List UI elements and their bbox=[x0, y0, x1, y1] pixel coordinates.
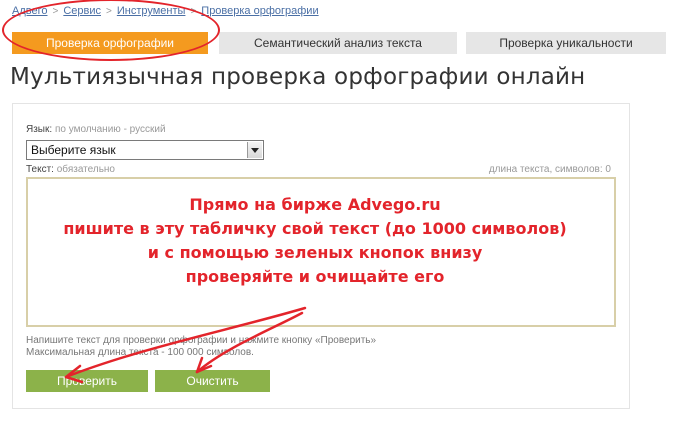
breadcrumb-current[interactable]: Проверка орфографии bbox=[201, 5, 318, 17]
text-label: Текст: обязательно bbox=[26, 164, 115, 175]
max-length-note: Максимальная длина текста - 100 000 симв… bbox=[26, 347, 254, 358]
chevron-down-icon[interactable] bbox=[247, 142, 262, 158]
language-select[interactable]: Выберите язык bbox=[26, 140, 264, 160]
tab-uniqueness-check[interactable]: Проверка уникальности bbox=[466, 32, 666, 54]
text-length-counter: длина текста, символов: 0 bbox=[488, 164, 611, 175]
annotation-line: проверяйте и очищайте его bbox=[185, 267, 445, 286]
clear-button[interactable]: Очистить bbox=[155, 370, 270, 392]
annotation-line: и с помощью зеленых кнопок внизу bbox=[147, 243, 483, 262]
check-button[interactable]: Проверить bbox=[26, 370, 148, 392]
breadcrumb-separator: > bbox=[52, 6, 59, 17]
tab-spell-check[interactable]: Проверка орфографии bbox=[12, 32, 208, 54]
annotation-text: Прямо на бирже Advego.ru пишите в эту та… bbox=[40, 193, 590, 289]
page-title: Мультиязычная проверка орфографии онлайн bbox=[10, 64, 586, 90]
annotation-line: Прямо на бирже Advego.ru bbox=[189, 195, 441, 214]
instructions-line: Напишите текст для проверки орфографии и… bbox=[26, 335, 377, 346]
tab-semantic-analysis[interactable]: Семантический анализ текста bbox=[219, 32, 457, 54]
instructions-note: Напишите текст для проверки орфографии и… bbox=[26, 335, 376, 359]
breadcrumb-link-tools[interactable]: Инструменты bbox=[117, 5, 186, 17]
breadcrumb-link-service[interactable]: Сервис bbox=[63, 5, 101, 17]
annotation-line: пишите в эту табличку свой текст (до 100… bbox=[63, 219, 567, 238]
language-hint: по умолчанию - русский bbox=[54, 124, 166, 135]
language-label-text: Язык: bbox=[26, 124, 53, 135]
text-label-text: Текст: bbox=[26, 164, 54, 175]
language-label: Язык: по умолчанию - русский bbox=[26, 124, 166, 135]
breadcrumb: Адвего > Сервис > Инструменты > Проверка орфог… bbox=[12, 5, 319, 17]
breadcrumb-link-advego[interactable]: Адвего bbox=[12, 5, 47, 17]
text-hint: обязательно bbox=[56, 164, 115, 175]
breadcrumb-separator: > bbox=[190, 6, 197, 17]
language-select-value: Выберите язык bbox=[31, 143, 116, 157]
breadcrumb-separator: > bbox=[106, 6, 112, 17]
